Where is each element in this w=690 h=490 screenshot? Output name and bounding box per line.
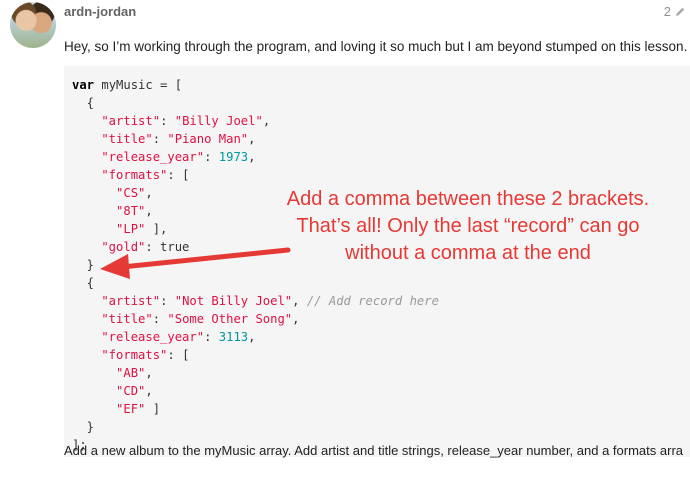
code-key: "title" xyxy=(72,312,153,326)
code-key: "release_year" xyxy=(72,150,205,164)
code-key: "artist" xyxy=(72,114,161,128)
code-string: "CS" xyxy=(72,186,146,200)
code-text: , xyxy=(262,114,271,128)
code-line: "AB", xyxy=(72,364,690,382)
code-line: "release_year": 3113, xyxy=(72,328,690,346)
code-text: , xyxy=(145,186,153,200)
code-line: "formats": [ xyxy=(72,166,690,184)
code-text: , xyxy=(248,330,256,344)
code-keyword: var xyxy=(72,78,95,92)
code-text: : true xyxy=(145,240,190,254)
code-line: } xyxy=(72,420,95,434)
code-line: { xyxy=(72,96,95,110)
code-string: "CD" xyxy=(72,384,146,398)
post-footer-text: Add a new album to the myMusic array. Ad… xyxy=(64,443,683,458)
code-text: , xyxy=(145,204,153,218)
code-string: "EF" xyxy=(72,402,146,416)
edit-count: 2 xyxy=(663,4,671,19)
code-text: : xyxy=(152,312,168,326)
annotation-line: Add a comma between these 2 brackets. xyxy=(286,188,650,210)
code-line: "formats": [ xyxy=(72,346,690,364)
code-key: "formats" xyxy=(72,348,168,362)
code-line: "title": "Piano Man", xyxy=(72,130,690,148)
code-line: "CD", xyxy=(72,382,690,400)
red-annotation: Add a comma between these 2 brackets. Th… xyxy=(248,186,688,267)
code-text: ] xyxy=(145,402,161,416)
code-key: "release_year" xyxy=(72,330,205,344)
code-line: { xyxy=(72,276,95,290)
code-string: "Billy Joel" xyxy=(174,114,263,128)
code-text: : xyxy=(204,150,219,164)
code-text: : [ xyxy=(167,348,190,362)
code-text: : xyxy=(152,132,168,146)
code-line: var myMusic = [ xyxy=(72,76,690,94)
code-comment: // Add record here xyxy=(306,294,439,308)
code-string: "Some Other Song" xyxy=(167,312,293,326)
code-number: 3113 xyxy=(218,330,249,344)
code-text: , xyxy=(145,384,153,398)
code-string: "LP" xyxy=(72,222,146,236)
code-number: 1973 xyxy=(218,150,249,164)
code-key: "title" xyxy=(72,132,153,146)
code-text: , xyxy=(292,312,300,326)
code-string: "Piano Man" xyxy=(167,132,249,146)
code-line: "artist": "Billy Joel", xyxy=(72,112,690,130)
annotation-line: without a comma at the end xyxy=(345,242,591,264)
code-line: "release_year": 1973, xyxy=(72,148,690,166)
pencil-icon xyxy=(676,7,685,16)
code-key: "artist" xyxy=(72,294,161,308)
user-avatar[interactable] xyxy=(10,2,56,48)
code-text: : [ xyxy=(167,168,190,182)
code-text: ], xyxy=(145,222,168,236)
code-string: "8T" xyxy=(72,204,146,218)
code-text: : xyxy=(160,294,175,308)
code-key: "gold" xyxy=(72,240,146,254)
code-text: , xyxy=(145,366,153,380)
code-line: "title": "Some Other Song", xyxy=(72,310,690,328)
post-intro-text: Hey, so I’m working through the program,… xyxy=(64,39,688,54)
code-text: , xyxy=(292,294,307,308)
post-username[interactable]: ardn-jordan xyxy=(64,4,136,19)
code-key: "formats" xyxy=(72,168,168,182)
annotation-line: That’s all! Only the last “record” can g… xyxy=(296,215,640,237)
code-text: myMusic = [ xyxy=(94,78,183,92)
code-string: "AB" xyxy=(72,366,146,380)
code-text: : xyxy=(160,114,175,128)
code-text: , xyxy=(248,150,256,164)
code-text: : xyxy=(204,330,219,344)
code-text: , xyxy=(248,132,256,146)
code-line: "EF" ] xyxy=(72,400,690,418)
code-string: "Not Billy Joel" xyxy=(174,294,293,308)
post-edit-indicator[interactable]: 2 xyxy=(664,4,686,19)
code-line: "artist": "Not Billy Joel", // Add recor… xyxy=(72,292,690,310)
